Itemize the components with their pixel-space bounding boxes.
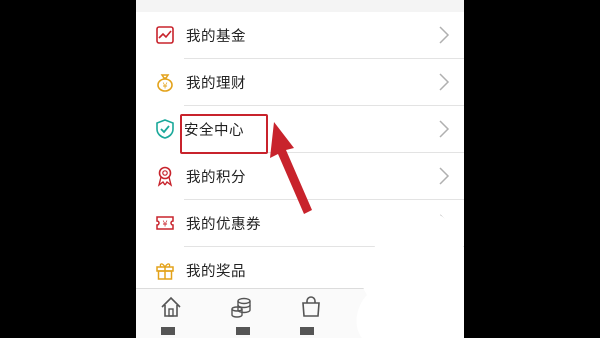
screen-smudge xyxy=(356,209,464,338)
tab-label-redacted xyxy=(236,327,250,335)
annotation-highlight-box xyxy=(180,114,268,154)
svg-text:¥: ¥ xyxy=(162,82,167,91)
shield-check-icon xyxy=(156,119,174,139)
chevron-right-icon xyxy=(439,120,450,138)
chevron-right-icon xyxy=(439,26,450,44)
menu-item-wealth[interactable]: ¥ 我的理财 xyxy=(136,59,464,106)
home-icon xyxy=(161,296,181,317)
menu-item-label: 我的优惠券 xyxy=(186,217,261,233)
medal-icon xyxy=(157,166,173,187)
svg-text:¥: ¥ xyxy=(162,220,167,229)
chevron-right-icon xyxy=(439,167,450,185)
menu-item-label: 我的积分 xyxy=(186,170,246,186)
gift-icon xyxy=(156,263,174,280)
tab-finance[interactable] xyxy=(206,293,276,337)
tab-home[interactable] xyxy=(136,293,206,337)
menu-item-label: 我的奖品 xyxy=(186,264,246,280)
menu-item-label: 我的理财 xyxy=(186,76,246,92)
tab-shopping[interactable] xyxy=(276,293,346,337)
menu-item-label: 我的基金 xyxy=(186,29,246,45)
tab-label-redacted xyxy=(300,327,314,335)
coupon-icon: ¥ xyxy=(156,216,174,230)
fund-chart-icon xyxy=(156,26,174,44)
coins-icon xyxy=(231,297,251,318)
money-bag-icon: ¥ xyxy=(157,74,173,92)
shopping-bag-icon xyxy=(302,296,320,317)
menu-item-fund[interactable]: 我的基金 xyxy=(136,12,464,59)
chevron-right-icon xyxy=(439,73,450,91)
tab-label-redacted xyxy=(161,327,175,335)
annotation-arrow-icon xyxy=(270,122,312,214)
